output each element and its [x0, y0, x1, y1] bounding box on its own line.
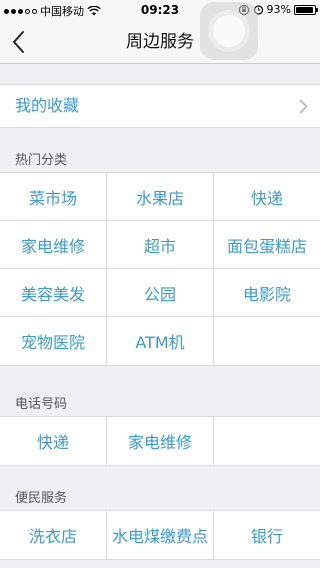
grid-row: 家电维修 超市 面包蛋糕店 [0, 221, 320, 269]
convenience-services-header: 便民服务 [15, 491, 68, 506]
phone-numbers-header: 电话号码 [15, 397, 68, 412]
category-cell[interactable]: 快递 [214, 173, 320, 220]
my-favorites-row[interactable]: 我的收藏 [0, 84, 320, 128]
grid-row: 菜市场 水果店 快递 [0, 173, 320, 221]
convenience-services-grid: 洗衣店 水电煤缴费点 银行 [0, 510, 320, 560]
hot-categories-grid: 菜市场 水果店 快递 家电维修 超市 面包蛋糕店 美容美发 公园 电影院 宠物医院 ATM机 [0, 172, 320, 366]
category-cell[interactable]: 美容美发 [0, 269, 107, 316]
category-cell[interactable]: ATM机 [107, 317, 214, 365]
grid-row: 快递 家电维修 [0, 417, 320, 465]
category-cell[interactable]: 家电维修 [0, 221, 107, 268]
category-cell[interactable]: 公园 [107, 269, 214, 316]
category-cell[interactable]: 宠物医院 [0, 317, 107, 365]
empty-grid-cell [214, 417, 320, 465]
category-cell[interactable]: 面包蛋糕店 [214, 221, 320, 268]
my-favorites-label: 我的收藏 [15, 96, 80, 115]
category-cell[interactable]: 家电维修 [107, 417, 214, 465]
grid-row: 宠物医院 ATM机 [0, 317, 320, 365]
grid-row: 美容美发 公园 电影院 [0, 269, 320, 317]
battery-icon [294, 4, 318, 15]
category-cell[interactable]: 超市 [107, 221, 214, 268]
navigation-bar: 周边服务 [0, 20, 320, 64]
category-cell[interactable]: 水果店 [107, 173, 214, 220]
status-bar: 中国移动 09:23 93% [0, 0, 320, 20]
hot-categories-header: 热门分类 [15, 153, 68, 168]
battery-percent: 93% [266, 3, 291, 16]
category-cell[interactable]: 洗衣店 [0, 511, 107, 559]
category-cell[interactable]: 银行 [214, 511, 320, 559]
empty-grid-cell [214, 317, 320, 365]
assistive-touch-button[interactable] [200, 2, 258, 60]
category-cell[interactable]: 快递 [0, 417, 107, 465]
phone-numbers-grid: 快递 家电维修 [0, 416, 320, 466]
category-cell[interactable]: 电影院 [214, 269, 320, 316]
category-cell[interactable]: 菜市场 [0, 173, 107, 220]
grid-row: 洗衣店 水电煤缴费点 银行 [0, 511, 320, 559]
chevron-right-icon [299, 99, 308, 114]
page-title: 周边服务 [126, 32, 194, 52]
category-cell[interactable]: 水电煤缴费点 [107, 511, 214, 559]
